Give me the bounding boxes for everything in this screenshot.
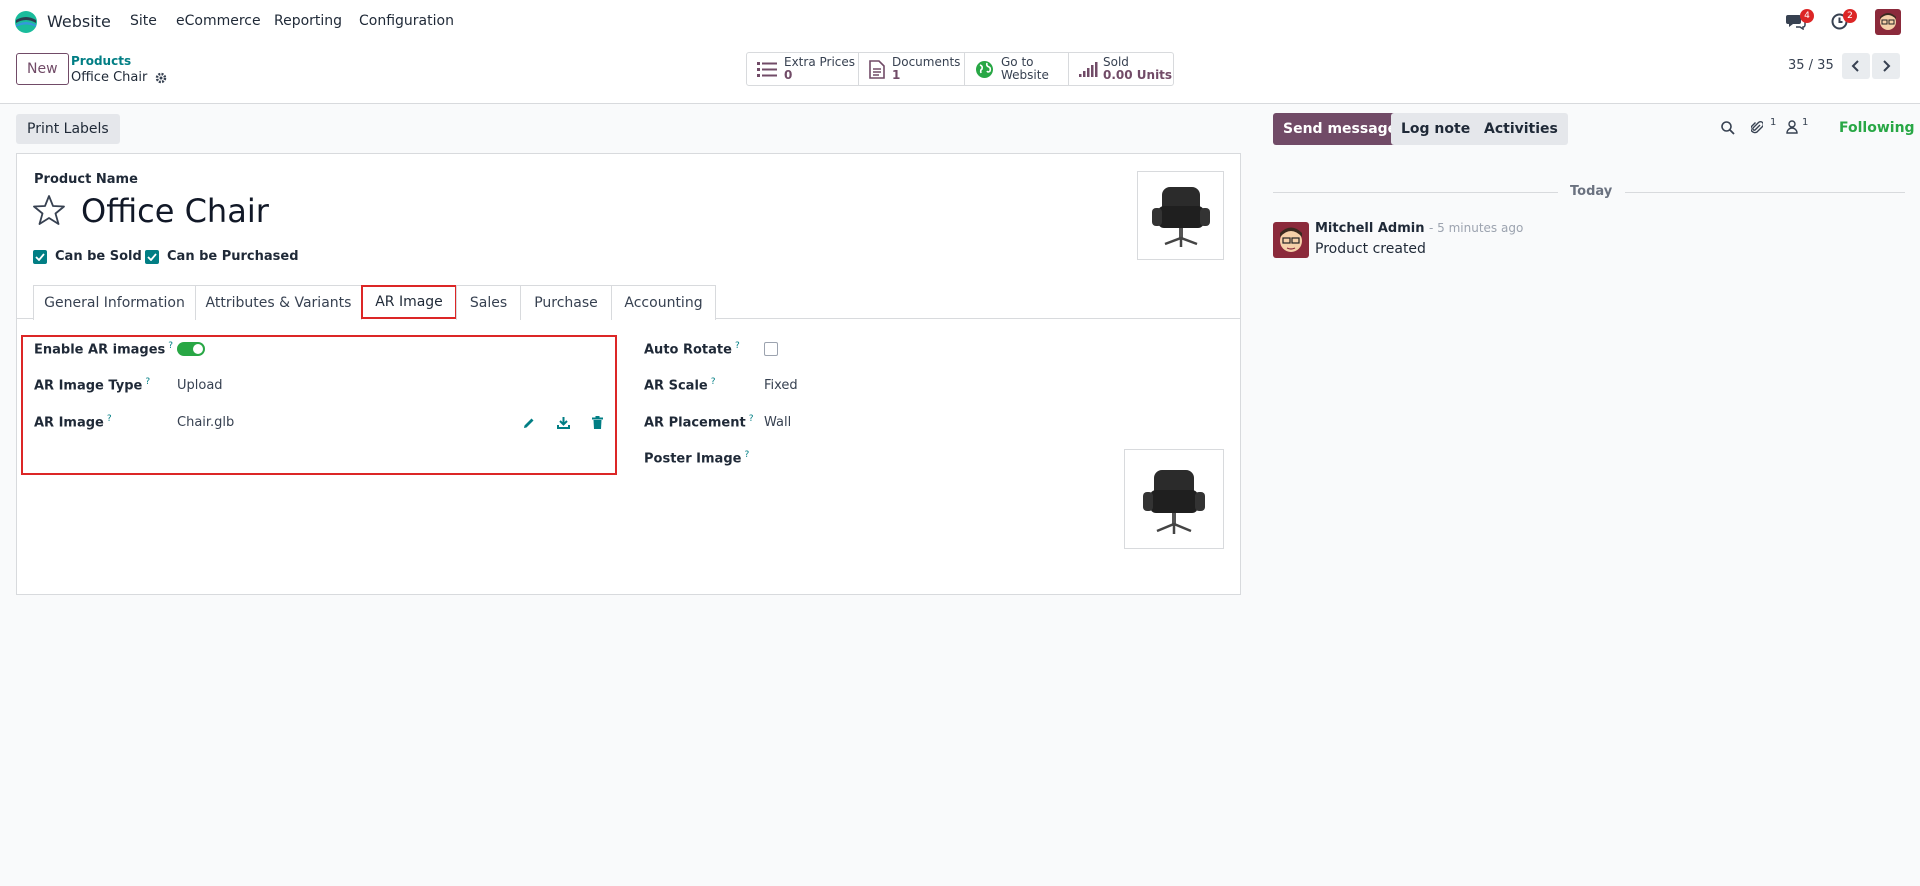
menu-configuration[interactable]: Configuration: [359, 13, 454, 29]
can-be-purchased-label: Can be Purchased: [167, 249, 299, 264]
ar-scale-value[interactable]: Fixed: [764, 378, 798, 393]
activities-badge: 2: [1843, 9, 1857, 23]
ar-image-label: AR Image?: [34, 414, 112, 431]
product-name-field[interactable]: Office Chair: [81, 192, 269, 230]
gear-icon[interactable]: [155, 72, 167, 84]
enable-ar-images-label: Enable AR images?: [34, 341, 174, 358]
list-icon: [757, 62, 777, 77]
star-favorite-icon[interactable]: [33, 194, 65, 226]
menu-reporting[interactable]: Reporting: [274, 13, 342, 29]
user-avatar[interactable]: [1875, 9, 1901, 35]
ar-placement-value[interactable]: Wall: [764, 415, 791, 430]
help-tooltip-icon[interactable]: ?: [168, 341, 173, 351]
print-labels-button[interactable]: Print Labels: [16, 114, 120, 144]
smart-button-go-to-website[interactable]: Go to Website: [965, 53, 1069, 85]
can-be-sold-checkbox[interactable]: Can be Sold: [33, 249, 142, 264]
smart-button-extra-prices[interactable]: Extra Prices 0: [747, 53, 859, 85]
download-icon[interactable]: [557, 416, 570, 429]
smart-button-sold[interactable]: Sold 0.00 Units: [1069, 53, 1173, 85]
tab-purchase[interactable]: Purchase: [520, 285, 612, 320]
tab-attributes-variants[interactable]: Attributes & Variants: [195, 285, 362, 320]
followers-icon[interactable]: [1786, 120, 1798, 134]
smart-button-label: Extra Prices: [784, 55, 856, 69]
breadcrumb-products[interactable]: Products: [71, 54, 131, 68]
following-button[interactable]: Following: [1839, 120, 1915, 136]
app-name[interactable]: Website: [47, 12, 111, 31]
help-tooltip-icon[interactable]: ?: [749, 414, 754, 424]
edit-pencil-icon[interactable]: [523, 417, 535, 429]
activities-button[interactable]: Activities: [1474, 113, 1568, 145]
control-panel: New Products Office Chair Extra Prices 0…: [0, 44, 1920, 104]
divider: [1273, 192, 1558, 193]
today-separator: Today: [1570, 184, 1613, 199]
office-chair-image: [1143, 470, 1205, 534]
ar-placement-label: AR Placement?: [644, 414, 754, 431]
help-tooltip-icon[interactable]: ?: [735, 341, 740, 351]
smart-buttons: Extra Prices 0 Documents 1 Go to Website: [746, 52, 1174, 86]
message-time: - 5 minutes ago: [1428, 221, 1524, 235]
messages-badge: 4: [1800, 9, 1814, 23]
form-sheet: Product Name Office Chair Can be Sold Ca…: [16, 153, 1241, 595]
help-tooltip-icon[interactable]: ?: [744, 450, 749, 460]
check-icon: [147, 252, 157, 261]
smart-button-value: 0: [784, 68, 793, 82]
attachments-count: 1: [1770, 117, 1777, 128]
checkbox-checked[interactable]: [33, 249, 47, 264]
log-note-button[interactable]: Log note: [1391, 113, 1481, 145]
menu-site[interactable]: Site: [130, 13, 157, 29]
pager-previous-button[interactable]: [1842, 53, 1870, 79]
form-tabs: General Information Attributes & Variant…: [17, 285, 1240, 320]
enable-ar-images-toggle[interactable]: [177, 342, 205, 356]
pager-value[interactable]: 35 / 35: [1788, 58, 1834, 73]
checkbox-checked[interactable]: [145, 249, 159, 264]
breadcrumb-current: Office Chair: [71, 70, 148, 85]
menu-ecommerce[interactable]: eCommerce: [176, 13, 261, 29]
search-icon[interactable]: [1721, 121, 1735, 135]
product-image[interactable]: [1137, 171, 1224, 260]
message-author[interactable]: Mitchell Admin - 5 minutes ago: [1315, 221, 1523, 236]
check-icon: [35, 252, 45, 261]
signal-bars-icon: [1079, 62, 1098, 77]
message-body: Product created: [1315, 241, 1426, 257]
pager-next-button[interactable]: [1872, 53, 1900, 79]
ar-image-filename[interactable]: Chair.glb: [177, 415, 234, 430]
tab-general-information[interactable]: General Information: [33, 285, 196, 320]
smart-button-value: 1: [892, 68, 901, 82]
smart-button-documents[interactable]: Documents 1: [859, 53, 965, 85]
ar-image-type-label: AR Image Type?: [34, 377, 151, 394]
smart-button-value: Website: [1001, 68, 1049, 82]
chevron-right-icon: [1883, 60, 1891, 72]
ar-scale-label: AR Scale?: [644, 377, 716, 394]
help-tooltip-icon[interactable]: ?: [107, 414, 112, 424]
product-name-label: Product Name: [34, 172, 138, 187]
help-tooltip-icon[interactable]: ?: [711, 377, 716, 387]
ar-image-type-value[interactable]: Upload: [177, 378, 223, 393]
can-be-purchased-checkbox[interactable]: Can be Purchased: [145, 249, 299, 264]
website-app-icon[interactable]: [14, 10, 38, 34]
new-button[interactable]: New: [16, 53, 69, 85]
send-message-button[interactable]: Send message: [1273, 113, 1408, 145]
paperclip-icon[interactable]: [1751, 120, 1763, 135]
help-tooltip-icon[interactable]: ?: [145, 377, 150, 387]
tab-sales[interactable]: Sales: [456, 285, 521, 320]
trash-icon[interactable]: [592, 416, 603, 429]
smart-button-value: 0.00 Units: [1103, 68, 1173, 82]
tab-accounting[interactable]: Accounting: [611, 285, 716, 320]
can-be-sold-label: Can be Sold: [55, 249, 142, 264]
chevron-left-icon: [1851, 60, 1859, 72]
poster-image[interactable]: [1124, 449, 1224, 549]
followers-count: 1: [1802, 117, 1809, 128]
office-chair-image: [1152, 187, 1210, 247]
divider: [1625, 192, 1905, 193]
auto-rotate-checkbox[interactable]: [764, 342, 778, 356]
auto-rotate-label: Auto Rotate?: [644, 341, 740, 358]
smart-button-label: Documents: [892, 55, 961, 69]
top-navbar: Website Site eCommerce Reporting Configu…: [0, 0, 1920, 44]
author-avatar[interactable]: [1273, 222, 1309, 258]
poster-image-label: Poster Image?: [644, 450, 750, 467]
tab-ar-image[interactable]: AR Image: [361, 285, 457, 319]
globe-icon: [976, 61, 993, 78]
document-icon: [869, 60, 885, 79]
